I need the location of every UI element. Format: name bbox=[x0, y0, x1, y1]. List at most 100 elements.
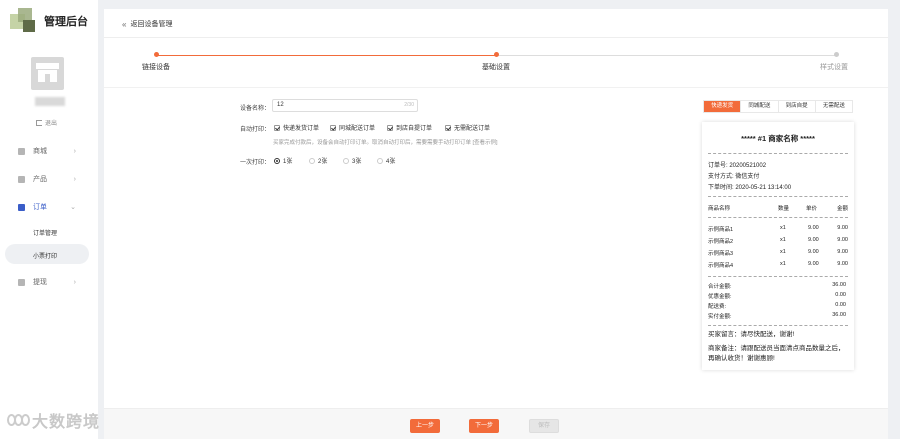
item-price: 9.00 bbox=[808, 225, 819, 231]
buyer-message: 买家留言：请尽快配送，谢谢! bbox=[708, 331, 795, 338]
item-qty: x1 bbox=[780, 225, 786, 231]
summary-label: 实付金额: bbox=[708, 314, 732, 320]
radio-label: 4张 bbox=[386, 159, 396, 165]
radio-label: 2张 bbox=[318, 159, 328, 165]
radio-copies-1[interactable]: 1张 bbox=[274, 156, 292, 165]
summary-value: 36.00 bbox=[832, 312, 846, 318]
sidebar-item-label: 产品 bbox=[33, 176, 47, 183]
main-panel: « 返回设备管理 链接设备 基础设置 样式设置 设备名称： 12 2/30 自动… bbox=[104, 9, 888, 439]
checkbox-label: 同城配送订单 bbox=[339, 126, 376, 132]
col-amount: 金额 bbox=[836, 206, 848, 212]
checkbox-pickup[interactable]: 到店自提订单 bbox=[387, 123, 432, 132]
radio-selected-icon bbox=[274, 157, 280, 164]
step-progress: 链接设备 基础设置 样式设置 bbox=[104, 49, 888, 79]
item-qty: x1 bbox=[780, 249, 786, 255]
chevron-right-icon: › bbox=[73, 278, 76, 286]
step-line-done bbox=[156, 55, 496, 56]
sidebar-item-order[interactable]: 订单 ⌄ bbox=[18, 200, 88, 214]
item-amount: 9.00 bbox=[837, 261, 848, 267]
item-amount: 9.00 bbox=[837, 249, 848, 255]
item-name: 示例商品3 bbox=[708, 251, 734, 257]
save-button[interactable]: 保存 bbox=[529, 419, 559, 433]
logout-link[interactable]: 退出 bbox=[36, 118, 57, 127]
summary-label: 合计金额: bbox=[708, 284, 732, 290]
summary-label: 优惠金额: bbox=[708, 294, 732, 300]
item-qty: x1 bbox=[780, 237, 786, 243]
tab-local-delivery[interactable]: 同城配送 bbox=[741, 101, 779, 112]
step-line-pending bbox=[496, 55, 836, 56]
item-price: 9.00 bbox=[808, 261, 819, 267]
app-title: 管理后台 bbox=[44, 16, 88, 28]
receipt-title: ***** #1 商家名称 ***** bbox=[741, 134, 815, 143]
shop-name-redacted bbox=[35, 97, 65, 106]
sidebar-item-label: 订单 bbox=[33, 204, 47, 211]
checkbox-checked-icon bbox=[387, 124, 393, 131]
submenu-order-manage[interactable]: 订单管理 bbox=[33, 228, 57, 237]
sidebar-item-shop[interactable]: 商城 › bbox=[18, 144, 88, 158]
watermark: 大数跨境 bbox=[7, 408, 100, 432]
receipt-pay-method: 支付方式: 微信支付 bbox=[708, 174, 760, 180]
tab-pickup[interactable]: 到店自提 bbox=[779, 101, 816, 112]
sidebar-item-withdraw[interactable]: 提现 › bbox=[18, 275, 88, 289]
step-dot-2 bbox=[494, 52, 499, 57]
next-step-button[interactable]: 下一步 bbox=[469, 419, 499, 433]
bottom-action-bar: 上一步 下一步 保存 bbox=[104, 408, 888, 439]
item-amount: 9.00 bbox=[837, 237, 848, 243]
dashed-divider bbox=[708, 325, 848, 326]
summary-value: 36.00 bbox=[832, 282, 846, 288]
checkbox-express[interactable]: 快递发货订单 bbox=[274, 123, 319, 132]
app-logo bbox=[10, 8, 36, 32]
checkbox-no-delivery[interactable]: 无需配送订单 bbox=[445, 123, 490, 132]
seller-note: 商家备注：请跟配送员当面清点商品数量之后，再确认收货！谢谢惠顾! bbox=[708, 345, 845, 362]
scroll-rail bbox=[888, 0, 900, 439]
radio-icon bbox=[309, 157, 315, 164]
prev-step-button[interactable]: 上一步 bbox=[410, 419, 440, 433]
receipt-order-no: 订单号: 20200521002 bbox=[708, 163, 767, 169]
tab-no-delivery[interactable]: 无需配送 bbox=[816, 101, 852, 112]
product-icon bbox=[18, 175, 25, 183]
sidebar-item-product[interactable]: 产品 › bbox=[18, 172, 88, 186]
tab-express[interactable]: 快递发货 bbox=[704, 101, 742, 112]
device-name-input[interactable]: 12 2/30 bbox=[272, 99, 418, 112]
checkbox-label: 快递发货订单 bbox=[283, 126, 320, 132]
logout-icon bbox=[36, 119, 42, 126]
col-name: 商品名称 bbox=[708, 206, 731, 212]
withdraw-icon bbox=[18, 278, 25, 286]
receipt-preview: ***** #1 商家名称 ***** 订单号: 20200521002 支付方… bbox=[702, 122, 854, 370]
sidebar-item-label: 商城 bbox=[33, 148, 47, 155]
summary-label: 配送费: bbox=[708, 304, 727, 310]
double-chevron-left-icon: « bbox=[122, 19, 127, 29]
item-name: 示例商品2 bbox=[708, 239, 734, 245]
store-icon bbox=[36, 62, 59, 82]
submenu-receipt-print[interactable]: 小票打印 bbox=[33, 251, 57, 260]
checkbox-checked-icon bbox=[330, 124, 336, 131]
copies-label: 一次打印： bbox=[240, 160, 271, 166]
item-name: 示例商品1 bbox=[708, 227, 734, 233]
chevron-down-icon: ⌄ bbox=[70, 204, 76, 211]
chevron-right-icon: › bbox=[73, 147, 76, 155]
item-price: 9.00 bbox=[808, 249, 819, 255]
dashed-divider bbox=[708, 196, 848, 197]
checkbox-local-delivery[interactable]: 同城配送订单 bbox=[330, 123, 375, 132]
divider bbox=[104, 37, 888, 38]
radio-copies-4[interactable]: 4张 bbox=[377, 156, 395, 165]
step-label-2: 基础设置 bbox=[482, 64, 510, 71]
radio-icon bbox=[343, 157, 349, 164]
item-amount: 9.00 bbox=[837, 225, 848, 231]
step-label-3: 样式设置 bbox=[820, 64, 848, 71]
radio-icon bbox=[377, 157, 383, 164]
summary-paid: 实付金额: 36.00 bbox=[708, 312, 848, 320]
dashed-divider bbox=[708, 276, 848, 277]
watermark-logo-icon bbox=[7, 414, 30, 426]
radio-label: 3张 bbox=[352, 159, 362, 165]
back-label: 返回设备管理 bbox=[130, 21, 173, 28]
step-dot-3 bbox=[834, 52, 839, 57]
radio-copies-2[interactable]: 2张 bbox=[309, 156, 327, 165]
col-price: 单价 bbox=[806, 206, 818, 212]
back-link[interactable]: « 返回设备管理 bbox=[122, 19, 172, 29]
radio-copies-3[interactable]: 3张 bbox=[343, 156, 361, 165]
checkbox-label: 到店自提订单 bbox=[396, 126, 433, 132]
char-counter: 2/30 bbox=[404, 102, 414, 108]
sidebar: 管理后台 退出 商城 › 产品 › 订单 ⌄ 订单管理 小票打印 提现 › bbox=[0, 0, 98, 439]
watermark-text: 大数跨境 bbox=[32, 414, 101, 431]
